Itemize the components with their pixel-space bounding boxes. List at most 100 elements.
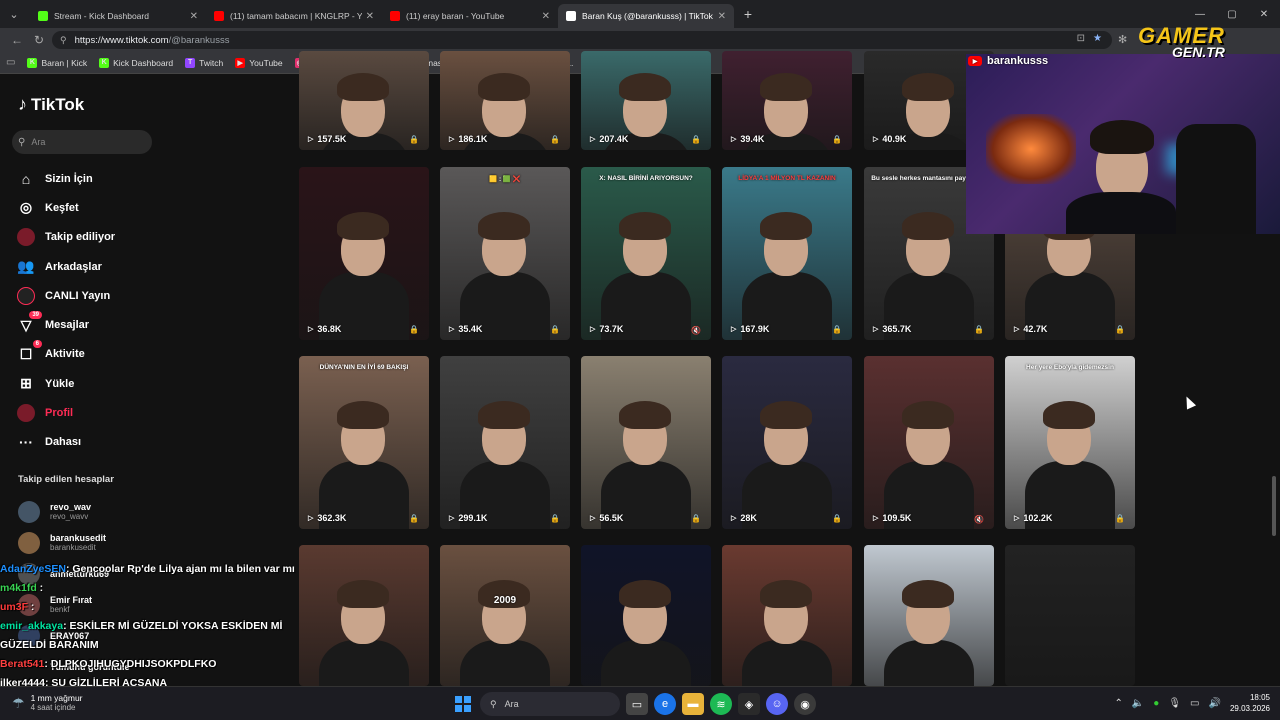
video-card[interactable] [1005, 545, 1135, 686]
tab-search-icon[interactable]: ⌄ [4, 4, 24, 24]
bookmark-star-icon[interactable]: ★ [1093, 33, 1102, 44]
scrollbar-thumb[interactable] [1272, 476, 1276, 536]
video-card[interactable]: DÜNYA'NIN EN İYİ 69 BAKIŞI ▷ 362.3K 🔒 [299, 356, 429, 529]
profile-avatar-icon [16, 403, 36, 423]
video-card[interactable]: LİDYA'A 1 MİLYON TL KAZANIN ▷ 167.9K 🔒 [722, 167, 852, 340]
url-input[interactable]: ⚲ https://www.tiktok.com/@barankusss ⊡ ★ [52, 31, 1112, 49]
sidebar-item-label: Profil [45, 407, 74, 420]
video-card[interactable]: ▷ 186.1K 🔒 [440, 51, 570, 150]
view-count-value: 109.5K [882, 513, 912, 523]
bookmark-item[interactable]: K Kick Dashboard [99, 57, 173, 68]
video-caption: 🟨 : 🟩 ❌ [489, 176, 521, 183]
bookmark-item[interactable]: ▶ YouTube [235, 57, 283, 68]
video-card[interactable]: ▷ 157.5K 🔒 [299, 51, 429, 150]
tab-title: Stream - Kick Dashboard [54, 11, 149, 21]
browser-tab[interactable]: (11) tamam babacım | KNGLRP - Y ✕ [206, 4, 382, 28]
new-tab-button[interactable]: + [738, 4, 758, 24]
page-scrollbar[interactable] [1272, 236, 1276, 686]
chat-username: um3F [0, 601, 29, 613]
taskbar-search[interactable]: ⚲ Ara [480, 692, 620, 716]
video-card[interactable] [722, 545, 852, 686]
app-icon[interactable]: ◈ [738, 693, 760, 715]
chat-message: m4k1fd : [0, 579, 320, 598]
sidebar-item-label: Sizin İçin [45, 172, 93, 185]
sidebar-item[interactable]: ▽ 39 Mesajlar [16, 310, 216, 339]
speaker-icon[interactable]: 🔈 [1132, 698, 1144, 709]
browser-tab-bar: ⌄ Stream - Kick Dashboard ✕ (11) tamam bab… [0, 0, 1280, 28]
more-icon: ··· [19, 434, 33, 451]
video-card[interactable]: 🟨 : 🟩 ❌ ▷ 35.4K 🔒 [440, 167, 570, 340]
bookmark-item[interactable]: T Twitch [185, 57, 223, 68]
view-count: ▷ 109.5K [873, 513, 911, 523]
weather-widget[interactable]: ☂ 1 mm yağmur 4 saat içinde [12, 693, 83, 713]
video-card[interactable]: 2009 [440, 545, 570, 686]
clock[interactable]: 18:05 29.03.2026 [1230, 692, 1270, 714]
sidebar-item[interactable]: ··· Dahası [16, 428, 216, 457]
windows-start-icon[interactable] [452, 693, 474, 715]
close-window-icon[interactable]: ✕ [1248, 0, 1280, 28]
video-card[interactable]: ▷ 207.4K 🔒 [581, 51, 711, 150]
extensions-icon[interactable]: ✻ [1118, 33, 1127, 46]
video-card[interactable]: X: NASIL BİRİNİ ARIYORSUN? ▷ 73.7K 🔇 [581, 167, 711, 340]
back-icon[interactable]: ← [6, 30, 28, 50]
spotify-icon[interactable]: ≋ [710, 693, 732, 715]
sidebar-item[interactable]: 👥 Arkadaşlar [16, 252, 216, 281]
video-card[interactable]: ▷ 109.5K 🔇 [864, 356, 994, 529]
url-path: /@barankusss [168, 34, 230, 46]
video-card[interactable]: ▷ 28K 🔒 [722, 356, 852, 529]
tab-close-icon[interactable]: ✕ [542, 11, 550, 22]
chat-message: um3F : [0, 598, 320, 617]
tiktok-logo[interactable]: ♪ TikTok [18, 94, 84, 115]
bookmark-item[interactable]: K Baran | Kick [27, 57, 87, 68]
bookmark-favicon-icon: ▶ [235, 57, 246, 68]
person-hair [760, 401, 812, 430]
video-card[interactable]: ▷ 39.4K 🔒 [722, 51, 852, 150]
following-account[interactable]: barankusedit barankusedit [18, 527, 218, 558]
lamp-glow [986, 114, 1076, 184]
view-count: ▷ 207.4K [590, 134, 628, 144]
apps-icon[interactable]: ▭ [6, 57, 15, 68]
mic-icon[interactable]: 🎙 [1168, 698, 1181, 709]
video-card[interactable]: Her yere Ebo'yla gidemezsin ▷ 102.2K 🔒 [1005, 356, 1135, 529]
sidebar-item[interactable]: Profil [16, 398, 216, 427]
tab-close-icon[interactable]: ✕ [366, 11, 374, 22]
file-explorer-icon[interactable]: ▬ [682, 693, 704, 715]
tab-close-icon[interactable]: ✕ [190, 11, 198, 22]
sidebar-item[interactable]: ◎ Keşfet [16, 193, 216, 222]
video-card[interactable]: ▷ 56.5K 🔒 [581, 356, 711, 529]
volume-icon[interactable]: 🔊 [1209, 698, 1221, 709]
video-card[interactable] [864, 545, 994, 686]
sidebar-item[interactable]: Takip ediliyor [16, 223, 216, 252]
video-card[interactable]: ▷ 299.1K 🔒 [440, 356, 570, 529]
person-hair [760, 72, 812, 101]
browser-tab[interactable]: Baran Kuş (@barankusss) | TikTok ✕ [558, 4, 734, 28]
sidebar-item[interactable]: ⌂ Sizin İçin [16, 164, 216, 193]
search-input[interactable]: ⚲ Ara [12, 130, 152, 154]
play-icon: ▷ [308, 136, 314, 143]
view-count-value: 207.4K [599, 134, 629, 144]
sidebar-item[interactable]: ☐ 6 Aktivite [16, 340, 216, 369]
weather-line1: 1 mm yağmur [30, 693, 83, 703]
site-info-icon[interactable]: ⚲ [60, 35, 67, 46]
install-app-icon[interactable]: ⊡ [1077, 33, 1085, 44]
browser-tab[interactable]: Stream - Kick Dashboard ✕ [30, 4, 206, 28]
status-dot-icon[interactable]: ● [1153, 698, 1159, 709]
youtube-icon: ▶ [968, 56, 982, 66]
browser-tab[interactable]: (11) eray baran - YouTube ✕ [382, 4, 558, 28]
network-icon[interactable]: ▭ [1190, 698, 1199, 709]
sidebar-item[interactable]: ⊞ Yükle [16, 369, 216, 398]
tab-close-icon[interactable]: ✕ [718, 11, 726, 22]
clock-time: 18:05 [1249, 693, 1270, 702]
sidebar-item[interactable]: CANLI Yayın [16, 281, 216, 310]
edge-icon[interactable]: e [654, 693, 676, 715]
chrome-icon[interactable]: ◉ [794, 693, 816, 715]
account-handle: barankusedit [50, 543, 96, 552]
view-count: ▷ 299.1K [449, 513, 487, 523]
tray-chevron-icon[interactable]: ⌃ [1114, 698, 1122, 709]
video-card[interactable] [581, 545, 711, 686]
reload-icon[interactable]: ↻ [28, 30, 50, 50]
discord-icon[interactable]: ☺ [766, 693, 788, 715]
following-account[interactable]: revo_wav revo_wavv [18, 496, 218, 527]
task-view-icon[interactable]: ▭ [626, 693, 648, 715]
video-card[interactable]: ▷ 36.8K 🔒 [299, 167, 429, 340]
